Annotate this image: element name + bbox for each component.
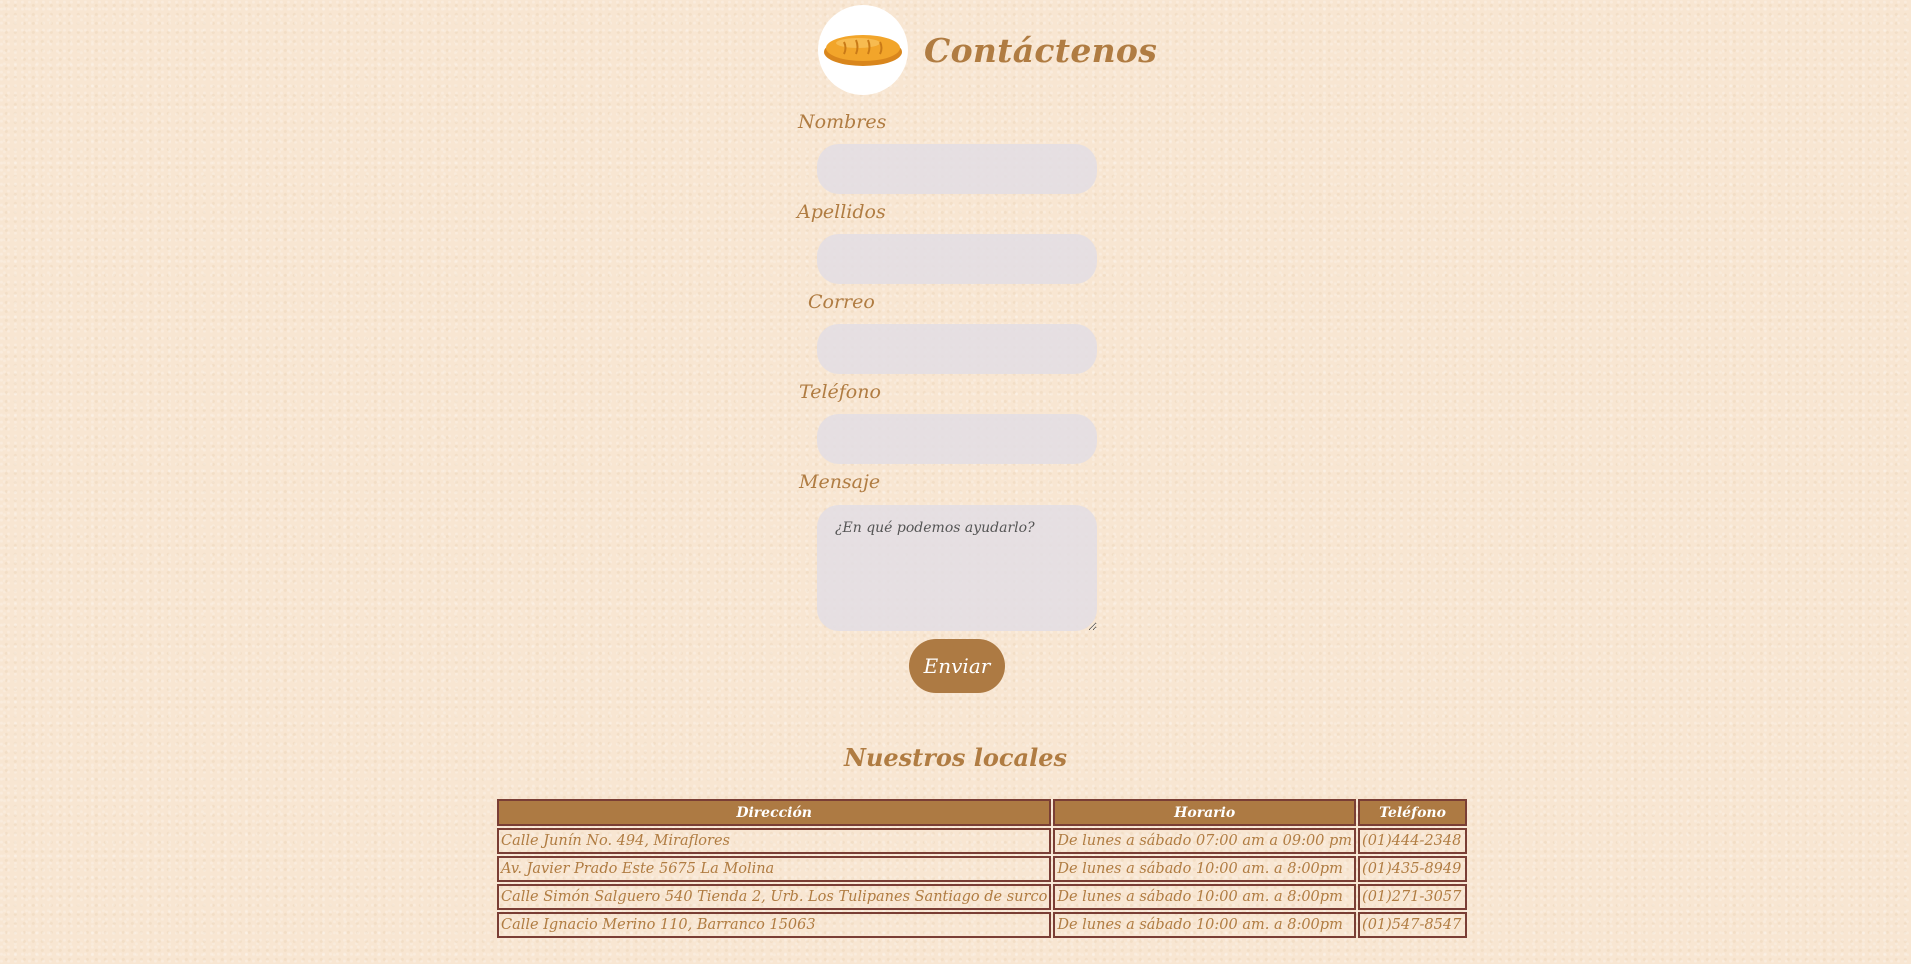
mensaje-textarea[interactable] [817, 505, 1097, 631]
correo-label: Correo [808, 291, 875, 313]
cell-direccion: Calle Ignacio Merino 110, Barranco 15063 [497, 912, 1052, 938]
enviar-button[interactable]: Enviar [909, 639, 1005, 693]
column-header-telefono: Teléfono [1358, 799, 1468, 826]
cell-telefono: (01)547-8547 [1358, 912, 1468, 938]
apellidos-input[interactable] [817, 234, 1097, 284]
logo [818, 5, 908, 95]
mensaje-label: Mensaje [799, 471, 881, 493]
correo-input[interactable] [817, 324, 1097, 374]
cell-horario: De lunes a sábado 10:00 am. a 8:00pm [1053, 884, 1357, 910]
cell-direccion: Av. Javier Prado Este 5675 La Molina [497, 856, 1052, 882]
telefono-input[interactable] [817, 414, 1097, 464]
cell-horario: De lunes a sábado 07:00 am a 09:00 pm [1053, 828, 1357, 854]
column-header-horario: Horario [1053, 799, 1357, 826]
nombres-label: Nombres [798, 111, 887, 133]
page-title: Contáctenos [924, 30, 1158, 70]
cell-telefono: (01)444-2348 [1358, 828, 1468, 854]
table-row: Calle Ignacio Merino 110, Barranco 15063… [497, 912, 1468, 938]
bread-icon [824, 35, 902, 66]
locales-title: Nuestros locales [844, 743, 1067, 772]
locales-table: Dirección Horario Teléfono Calle Junín N… [495, 797, 1469, 940]
table-row: Av. Javier Prado Este 5675 La Molina De … [497, 856, 1468, 882]
column-header-direccion: Dirección [497, 799, 1052, 826]
cell-telefono: (01)271-3057 [1358, 884, 1468, 910]
table-row: Calle Junín No. 494, Miraflores De lunes… [497, 828, 1468, 854]
page-header: Contáctenos [818, 5, 1157, 95]
cell-horario: De lunes a sábado 10:00 am. a 8:00pm [1053, 912, 1357, 938]
table-header-row: Dirección Horario Teléfono [497, 799, 1468, 826]
table-row: Calle Simón Salguero 540 Tienda 2, Urb. … [497, 884, 1468, 910]
cell-telefono: (01)435-8949 [1358, 856, 1468, 882]
cell-direccion: Calle Junín No. 494, Miraflores [497, 828, 1052, 854]
nombres-input[interactable] [817, 144, 1097, 194]
telefono-label: Teléfono [799, 381, 881, 403]
cell-direccion: Calle Simón Salguero 540 Tienda 2, Urb. … [497, 884, 1052, 910]
cell-horario: De lunes a sábado 10:00 am. a 8:00pm [1053, 856, 1357, 882]
apellidos-label: Apellidos [797, 201, 886, 223]
